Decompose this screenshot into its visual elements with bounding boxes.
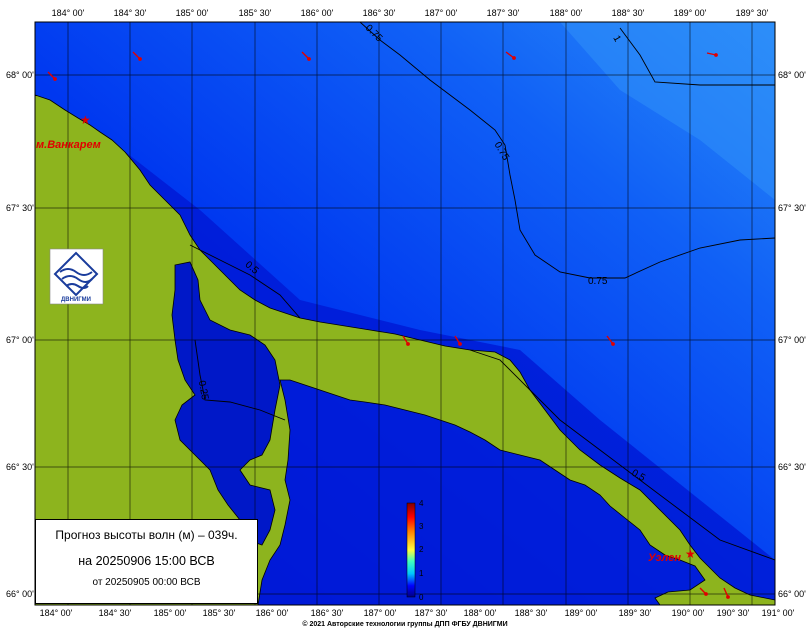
lat-tick: 66° 30'	[778, 462, 806, 472]
forecast-time: на 20250906 15:00 ВСВ	[78, 554, 215, 568]
lon-tick: 191° 00'	[762, 608, 795, 618]
lon-tick: 188° 00'	[464, 608, 497, 618]
lon-ticks-bottom: 184° 00' 184° 30' 185° 00' 185° 30' 186°…	[40, 608, 795, 618]
colorbar-tick: 4	[419, 499, 424, 508]
lon-tick: 185° 30'	[239, 8, 272, 18]
arrow-head-icon	[138, 57, 142, 61]
forecast-info-box: Прогноз высоты волн (м) – 039ч. на 20250…	[35, 519, 258, 604]
arrow-head-icon	[307, 57, 311, 61]
arrow-head-icon	[611, 342, 615, 346]
contour-label-075-right: 0.75	[588, 276, 608, 287]
uelen-marker-icon: ★	[685, 547, 696, 561]
lon-ticks-top: 184° 00' 184° 30' 185° 00' 185° 30' 186°…	[52, 8, 769, 18]
lat-tick: 66° 00'	[6, 589, 34, 599]
lon-tick: 187° 00'	[425, 8, 458, 18]
lon-tick: 188° 30'	[515, 608, 548, 618]
lon-tick: 184° 00'	[40, 608, 73, 618]
lon-tick: 184° 00'	[52, 8, 85, 18]
arrow-head-icon	[406, 342, 410, 346]
lon-tick: 190° 30'	[717, 608, 750, 618]
lon-tick: 187° 00'	[364, 608, 397, 618]
lon-tick: 186° 00'	[301, 8, 334, 18]
lon-tick: 187° 30'	[487, 8, 520, 18]
lon-tick: 184° 30'	[99, 608, 132, 618]
lat-tick: 68° 00'	[6, 70, 34, 80]
lat-ticks-right: 68° 00' 67° 30' 67° 00' 66° 30' 66° 00'	[778, 70, 806, 599]
colorbar-tick: 3	[419, 522, 424, 531]
lon-tick: 188° 00'	[550, 8, 583, 18]
lon-tick: 189° 30'	[619, 608, 652, 618]
colorbar-tick: 1	[419, 569, 424, 578]
dvnigmi-logo: ДВНИГМИ	[49, 248, 104, 305]
lon-tick: 190° 00'	[672, 608, 705, 618]
lon-tick: 188° 30'	[612, 8, 645, 18]
lon-tick: 189° 00'	[674, 8, 707, 18]
lat-tick: 67° 30'	[6, 203, 34, 213]
arrow-head-icon	[704, 592, 708, 596]
lon-tick: 189° 30'	[736, 8, 769, 18]
lat-tick: 67° 00'	[778, 335, 806, 345]
arrow-head-icon	[458, 342, 462, 346]
arrow-head-icon	[726, 595, 730, 599]
lon-tick: 186° 00'	[256, 608, 289, 618]
colorbar-tick: 2	[419, 545, 424, 554]
lat-ticks-left: 68° 00' 67° 30' 67° 00' 66° 30' 66° 00'	[6, 70, 34, 599]
forecast-title: Прогноз высоты волн (м) – 039ч.	[55, 528, 238, 542]
lat-tick: 67° 00'	[6, 335, 34, 345]
arrow-head-icon	[714, 53, 718, 57]
lon-tick: 186° 30'	[311, 608, 344, 618]
lat-tick: 66° 30'	[6, 462, 34, 472]
vankarem-marker-icon: ★	[80, 113, 91, 127]
lon-tick: 184° 30'	[114, 8, 147, 18]
colorbar-ramp	[406, 502, 416, 598]
lat-tick: 67° 30'	[778, 203, 806, 213]
place-label-uelen: Уэлен	[648, 552, 681, 564]
lon-tick: 189° 00'	[565, 608, 598, 618]
lon-tick: 185° 00'	[176, 8, 209, 18]
arrow-head-icon	[53, 77, 57, 81]
colorbar-tick: 0	[419, 593, 424, 602]
copyright-footer: © 2021 Авторские технологии группы ДПП Ф…	[302, 621, 508, 628]
lon-tick: 187° 30'	[415, 608, 448, 618]
lat-tick: 68° 00'	[778, 70, 806, 80]
forecast-base-time: от 20250905 00:00 ВСВ	[92, 577, 201, 588]
logo-text: ДВНИГМИ	[61, 297, 91, 303]
lon-tick: 185° 00'	[154, 608, 187, 618]
lon-tick: 186° 30'	[363, 8, 396, 18]
lon-tick: 185° 30'	[203, 608, 236, 618]
place-label-vankarem: м.Ванкарем	[36, 139, 101, 151]
arrow-head-icon	[512, 56, 516, 60]
lat-tick: 66° 00'	[778, 589, 806, 599]
